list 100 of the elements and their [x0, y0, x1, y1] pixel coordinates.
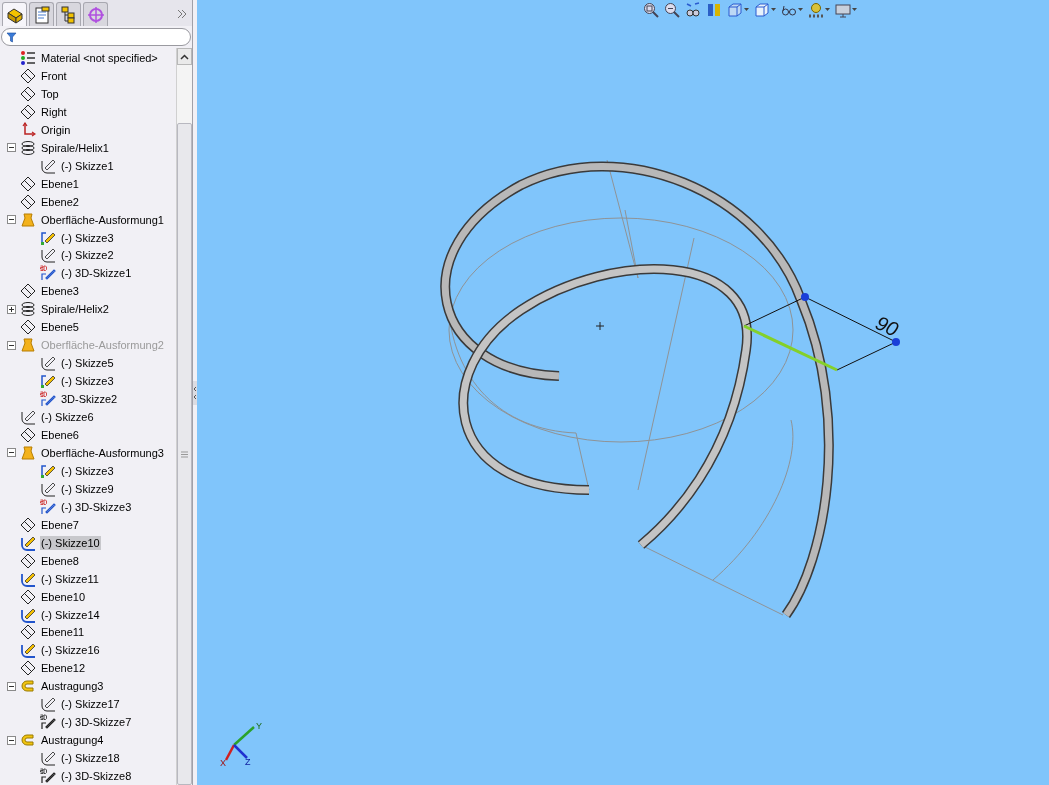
caret-icon — [744, 8, 749, 12]
tree-item[interactable]: (-) Skizze18 — [60, 751, 121, 766]
caret-icon — [825, 8, 830, 12]
tree-item[interactable]: Front — [40, 68, 68, 83]
tree-item[interactable]: Material <not specified> — [40, 50, 159, 65]
tree-item[interactable]: Spirale/Helix2 — [40, 302, 110, 317]
tree-item[interactable]: Ebene3 — [40, 284, 80, 299]
view-toolbar-button[interactable] — [808, 1, 830, 19]
tree-item[interactable]: Austragung4 — [40, 733, 105, 748]
tree-item[interactable]: Ebene5 — [40, 320, 80, 335]
view-toolbar-button[interactable] — [643, 1, 659, 19]
sketch-3d-icon — [40, 265, 56, 282]
sketch-pencil-icon — [20, 642, 36, 659]
section-view-icon — [706, 2, 722, 18]
tree-item[interactable]: (-) Skizze3 — [60, 230, 115, 245]
caret-icon — [771, 8, 776, 12]
tree-item[interactable]: (-) Skizze14 — [40, 607, 101, 622]
collapse-toggle[interactable] — [6, 215, 16, 225]
axis-label: Z — [245, 757, 251, 767]
crosshair-icon — [86, 5, 105, 24]
tree-item[interactable]: (-) 3D-Skizze3 — [60, 499, 133, 514]
property-sheet-icon — [32, 5, 51, 24]
filter-icon — [6, 31, 17, 43]
filter-field[interactable] — [1, 28, 191, 46]
sketch-icon — [40, 247, 56, 264]
tree-item[interactable]: (-) 3D-Skizze8 — [60, 769, 133, 784]
tree-item[interactable]: (-) Skizze11 — [40, 571, 100, 586]
tree-item[interactable]: Origin — [40, 122, 72, 137]
sketch-3d-icon — [40, 498, 56, 515]
tree-item[interactable]: Ebene6 — [40, 428, 80, 442]
sphere-icon — [808, 2, 824, 18]
loft-icon — [20, 211, 36, 228]
grip-icon — [181, 450, 188, 458]
scrollbar[interactable] — [176, 48, 192, 785]
chevron-right-icon[interactable] — [176, 8, 188, 20]
sketch-icon — [40, 480, 56, 497]
helix-icon — [20, 301, 36, 318]
sketch-pencil-icon — [20, 606, 36, 623]
splitter-handle-icon[interactable] — [193, 380, 197, 405]
tree-item[interactable]: Ebene12 — [40, 661, 87, 676]
panel-tab[interactable] — [2, 2, 27, 26]
sweep-icon — [20, 678, 36, 695]
tree-item[interactable]: Spirale/Helix1 — [40, 140, 110, 155]
tree-item[interactable]: (-) Skizze2 — [60, 248, 115, 263]
plane-icon — [20, 175, 36, 192]
tree-item[interactable]: (-) Skizze6 — [40, 410, 95, 425]
tree-item[interactable]: (-) Skizze10 — [40, 535, 101, 550]
tree-item[interactable]: (-) 3D-Skizze1 — [60, 266, 133, 281]
sketch-pencil-icon — [40, 373, 56, 390]
view-toolbar-button[interactable] — [835, 1, 857, 19]
collapse-toggle[interactable] — [6, 448, 16, 458]
sketch-3d-icon — [40, 391, 56, 408]
tree-item[interactable]: Ebene2 — [40, 194, 80, 209]
dimension-value: 90 — [872, 311, 902, 341]
view-toolbar-button[interactable] — [664, 1, 680, 19]
view-toolbar-button[interactable] — [727, 1, 749, 19]
sketch-pencil-icon — [40, 229, 56, 246]
view-toolbar-button[interactable] — [754, 1, 776, 19]
tree-item[interactable]: Ebene11 — [40, 625, 86, 640]
collapse-toggle[interactable] — [6, 735, 16, 745]
sweep-icon — [20, 732, 36, 749]
binoculars-icon — [685, 2, 701, 18]
collapse-toggle[interactable] — [6, 143, 16, 153]
origin-icon — [20, 121, 36, 138]
tree-item[interactable]: Ebene7 — [40, 517, 80, 532]
zoom-icon — [643, 2, 659, 18]
tree-item[interactable]: Right — [40, 104, 68, 119]
tree-item[interactable]: (-) Skizze16 — [40, 643, 101, 658]
scroll-up-icon[interactable] — [180, 53, 189, 60]
panel-tab[interactable] — [29, 2, 54, 26]
tree-item[interactable]: Oberfläche-Ausformung1 — [40, 212, 165, 227]
tree-item[interactable]: (-) 3D-Skizze7 — [60, 715, 133, 730]
caret-icon — [798, 8, 803, 12]
panel-tab[interactable] — [56, 2, 81, 26]
collapse-toggle[interactable] — [6, 681, 16, 691]
plane-icon — [20, 85, 36, 102]
sketch-icon — [40, 750, 56, 767]
axis-label: X — [220, 758, 226, 768]
expand-toggle[interactable] — [6, 304, 16, 314]
sketch-icon — [40, 157, 56, 174]
tree-item[interactable]: (-) Skizze1 — [60, 158, 115, 173]
tree-item[interactable]: Ebene1 — [40, 176, 80, 191]
plane-icon — [20, 624, 36, 641]
tree-item[interactable]: (-) Skizze9 — [60, 481, 115, 496]
tree-item[interactable]: Top — [40, 86, 60, 101]
plane-icon — [20, 67, 36, 84]
plane-icon — [20, 319, 36, 336]
plane-icon — [20, 588, 36, 605]
tree-item[interactable]: Oberfläche-Ausformung3 — [40, 445, 165, 460]
sketch-pencil-icon — [20, 570, 36, 587]
sketch-icon — [20, 409, 36, 426]
plane-icon — [20, 516, 36, 533]
tree-item[interactable]: (-) Skizze3 — [60, 463, 115, 478]
tree-item[interactable]: (-) Skizze17 — [60, 697, 121, 712]
sketch-pencil-icon — [40, 462, 56, 479]
tree-item[interactable]: Ebene8 — [40, 553, 80, 568]
tree-item[interactable]: Austragung3 — [40, 679, 105, 694]
origin-mark-icon — [595, 321, 605, 331]
view-toolbar-button[interactable] — [685, 1, 701, 19]
tree-item[interactable]: Ebene10 — [40, 589, 87, 604]
